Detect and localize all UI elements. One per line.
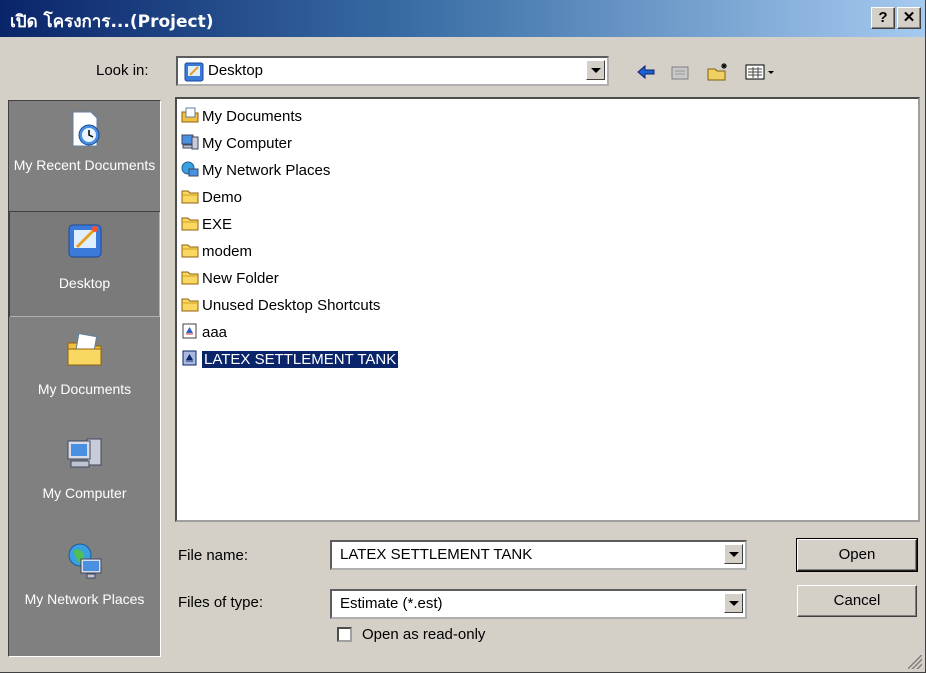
open-project-dialog: เปิด โครงการ...(Project) ? ✕ Look in: De…: [0, 0, 926, 673]
file-type-label: Files of type:: [178, 594, 264, 611]
item-name: My Documents: [202, 108, 303, 125]
my-computer-icon: [181, 134, 199, 150]
network-places-icon: [181, 161, 199, 177]
open-button[interactable]: Open: [796, 538, 918, 572]
file-list[interactable]: My Documents My Computer My Network Plac…: [175, 97, 920, 522]
place-label: My Network Places: [24, 591, 145, 607]
item-name: LATEX SETTLEMENT TANK: [200, 350, 400, 369]
network-places-icon: [68, 543, 101, 579]
my-computer-icon: [67, 438, 101, 468]
desktop-icon: [184, 62, 204, 82]
list-item-selected[interactable]: LATEX SETTLEMENT TANK: [181, 349, 400, 371]
list-item[interactable]: Demo: [181, 187, 242, 209]
file-name-combo[interactable]: LATEX SETTLEMENT TANK: [330, 540, 747, 570]
item-name: New Folder: [202, 270, 279, 287]
file-type-select[interactable]: Estimate (*.est): [330, 589, 747, 619]
place-network-places[interactable]: My Network Places: [9, 537, 160, 647]
file-name-label: File name:: [178, 547, 249, 564]
file-name-input[interactable]: LATEX SETTLEMENT TANK: [340, 546, 532, 563]
close-button[interactable]: ✕: [897, 7, 921, 29]
view-menu-icon[interactable]: [744, 61, 778, 83]
place-label: Desktop: [58, 275, 111, 291]
list-item[interactable]: modem: [181, 241, 252, 263]
help-button[interactable]: ?: [871, 7, 895, 29]
list-item[interactable]: Unused Desktop Shortcuts: [181, 295, 380, 317]
look-in-value: Desktop: [208, 62, 264, 79]
folder-icon: [181, 217, 199, 231]
window-title: เปิด โครงการ...(Project): [10, 12, 214, 32]
chevron-down-icon[interactable]: [724, 544, 743, 564]
resize-grip[interactable]: [908, 655, 922, 669]
list-item[interactable]: My Documents: [181, 106, 302, 128]
list-item[interactable]: EXE: [181, 214, 232, 236]
look-in-label: Look in:: [96, 62, 149, 79]
folder-icon: [181, 298, 199, 312]
cancel-button[interactable]: Cancel: [797, 585, 917, 617]
back-arrow-icon[interactable]: [634, 61, 658, 83]
item-name: My Computer: [202, 135, 293, 152]
place-desktop[interactable]: Desktop: [9, 211, 160, 317]
up-folder-icon[interactable]: [668, 61, 692, 83]
read-only-checkbox[interactable]: [337, 627, 352, 642]
look-in-combo[interactable]: Desktop: [176, 56, 609, 86]
list-item[interactable]: My Network Places: [181, 160, 330, 182]
estimate-file-icon: [182, 323, 197, 339]
item-name: modem: [202, 243, 253, 260]
folder-icon: [181, 190, 199, 204]
new-folder-icon[interactable]: [706, 61, 730, 83]
list-item[interactable]: aaa: [181, 322, 227, 344]
chevron-down-icon[interactable]: [586, 60, 605, 80]
recent-documents-icon: [72, 111, 99, 147]
my-documents-icon: [67, 333, 101, 366]
estimate-file-icon: [182, 350, 197, 366]
title-bar[interactable]: เปิด โครงการ...(Project) ? ✕: [0, 0, 925, 37]
my-documents-icon: [181, 107, 199, 123]
place-recent-documents[interactable]: My Recent Documents: [9, 105, 160, 209]
chevron-down-icon[interactable]: [724, 593, 743, 613]
place-label: My Computer: [42, 485, 127, 501]
item-name: Demo: [202, 189, 243, 206]
list-item[interactable]: My Computer: [181, 133, 292, 155]
place-label: My Recent Documents: [13, 157, 156, 173]
place-label: My Documents: [37, 381, 132, 397]
item-name: EXE: [202, 216, 233, 233]
place-my-computer[interactable]: My Computer: [9, 429, 160, 529]
list-item[interactable]: New Folder: [181, 268, 279, 290]
folder-icon: [181, 271, 199, 285]
file-type-value: Estimate (*.est): [340, 595, 443, 612]
place-my-documents[interactable]: My Documents: [9, 323, 160, 423]
item-name: aaa: [202, 324, 228, 341]
folder-icon: [181, 244, 199, 258]
places-bar: My Recent Documents Desktop My Documents: [8, 100, 161, 657]
read-only-label[interactable]: Open as read-only: [362, 626, 485, 643]
desktop-icon: [68, 224, 101, 258]
item-name: My Network Places: [202, 162, 331, 179]
item-name: Unused Desktop Shortcuts: [202, 297, 381, 314]
